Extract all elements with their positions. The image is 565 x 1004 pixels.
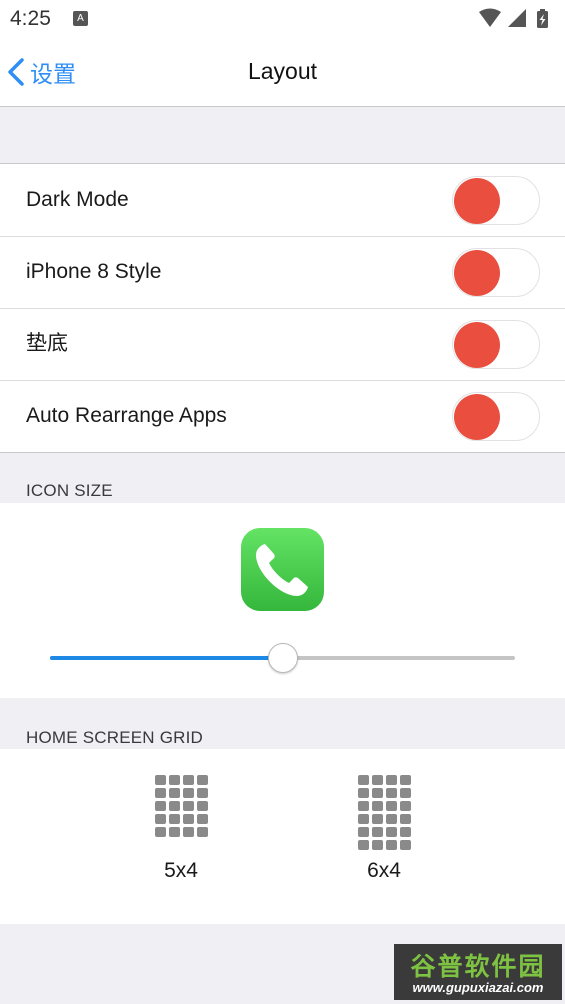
grid-cell xyxy=(196,827,208,837)
toggle-knob xyxy=(454,322,500,368)
watermark-logo: 谷普软件园 www.gupuxiazai.com xyxy=(394,944,562,1000)
grid-cell xyxy=(154,788,166,798)
dock-bottom-toggle[interactable] xyxy=(452,320,540,369)
grid-cell xyxy=(385,788,397,798)
grid-cell xyxy=(371,775,383,785)
home-screen-grid-header: HOME SCREEN GRID xyxy=(26,728,203,747)
setting-row-dark-mode: Dark Mode xyxy=(0,164,565,236)
grid-cell xyxy=(154,775,166,785)
setting-row-auto-rearrange-apps: Auto Rearrange Apps xyxy=(0,380,565,452)
grid-cell xyxy=(168,814,180,824)
phone-app-icon xyxy=(241,528,324,611)
dark-mode-toggle[interactable] xyxy=(452,176,540,225)
slider-thumb[interactable] xyxy=(267,643,298,673)
grid-cell xyxy=(182,775,194,785)
grid-cell xyxy=(196,814,208,824)
grid-cell xyxy=(196,788,208,798)
grid-cell xyxy=(357,827,369,837)
setting-row-iphone-8-style: iPhone 8 Style xyxy=(0,236,565,308)
cellular-signal-icon xyxy=(508,9,526,27)
battery-icon xyxy=(537,9,548,28)
home-screen-grid-panel: 5x4 6x4 xyxy=(0,749,565,924)
page-title: Layout xyxy=(247,58,318,84)
watermark-text: 谷普软件园 xyxy=(410,953,546,981)
grid-cell xyxy=(371,788,383,798)
grid-option-6x4[interactable]: 6x4 xyxy=(329,775,439,905)
grid-cell xyxy=(385,775,397,785)
grid-cell xyxy=(357,814,369,824)
grid-cell xyxy=(168,801,180,811)
grid-cell xyxy=(399,801,411,811)
navigation-bar: 设置 Layout xyxy=(0,38,565,107)
grid-cell xyxy=(385,801,397,811)
iphone-8-style-toggle[interactable] xyxy=(452,248,540,297)
notification-icon: A xyxy=(73,11,88,26)
grid-cell xyxy=(399,788,411,798)
setting-label: Dark Mode xyxy=(26,188,129,211)
grid-cell xyxy=(399,827,411,837)
grid-option-label: 6x4 xyxy=(367,859,401,882)
watermark-url: www.gupuxiazai.com xyxy=(412,980,544,995)
grid-cell xyxy=(399,840,411,850)
icon-size-header: ICON SIZE xyxy=(26,481,113,500)
grid-cell xyxy=(357,775,369,785)
slider-fill xyxy=(50,656,283,660)
status-time: 4:25 xyxy=(10,7,51,30)
grid-cell xyxy=(385,827,397,837)
grid-cell xyxy=(154,814,166,824)
setting-label: iPhone 8 Style xyxy=(26,260,162,283)
grid-cell xyxy=(371,827,383,837)
icon-size-panel xyxy=(0,503,565,698)
phone-icon xyxy=(256,544,308,596)
grid-cell xyxy=(385,814,397,824)
grid-option-label: 5x4 xyxy=(164,859,198,882)
grid-cell xyxy=(196,775,208,785)
icon-size-slider[interactable] xyxy=(50,643,515,673)
grid-5x4-icon xyxy=(126,775,236,837)
auto-rearrange-apps-toggle[interactable] xyxy=(452,392,540,441)
grid-cell xyxy=(154,801,166,811)
grid-cell xyxy=(182,788,194,798)
grid-cell xyxy=(357,788,369,798)
grid-cell xyxy=(357,840,369,850)
grid-cell xyxy=(182,801,194,811)
grid-6x4-icon xyxy=(329,775,439,850)
grid-cell xyxy=(168,788,180,798)
grid-cell xyxy=(182,827,194,837)
grid-cell xyxy=(385,840,397,850)
toggle-knob xyxy=(454,178,500,224)
setting-label: Auto Rearrange Apps xyxy=(26,404,227,427)
status-bar: 4:25 A xyxy=(0,0,565,38)
setting-label: 垫底 xyxy=(26,332,68,355)
grid-cell xyxy=(371,840,383,850)
grid-cell xyxy=(182,814,194,824)
toggle-knob xyxy=(454,250,500,296)
grid-cell xyxy=(168,827,180,837)
grid-option-5x4[interactable]: 5x4 xyxy=(126,775,236,905)
grid-cell xyxy=(357,801,369,811)
grid-cell xyxy=(399,775,411,785)
settings-group: Dark Mode iPhone 8 Style 垫底 Auto Rearran… xyxy=(0,163,565,453)
wifi-icon xyxy=(479,8,501,27)
grid-cell xyxy=(371,814,383,824)
grid-cell xyxy=(154,827,166,837)
grid-cell xyxy=(399,814,411,824)
grid-cell xyxy=(196,801,208,811)
setting-row-dock-bottom: 垫底 xyxy=(0,308,565,380)
grid-cell xyxy=(371,801,383,811)
status-icons xyxy=(477,8,557,30)
grid-cell xyxy=(168,775,180,785)
toggle-knob xyxy=(454,394,500,440)
